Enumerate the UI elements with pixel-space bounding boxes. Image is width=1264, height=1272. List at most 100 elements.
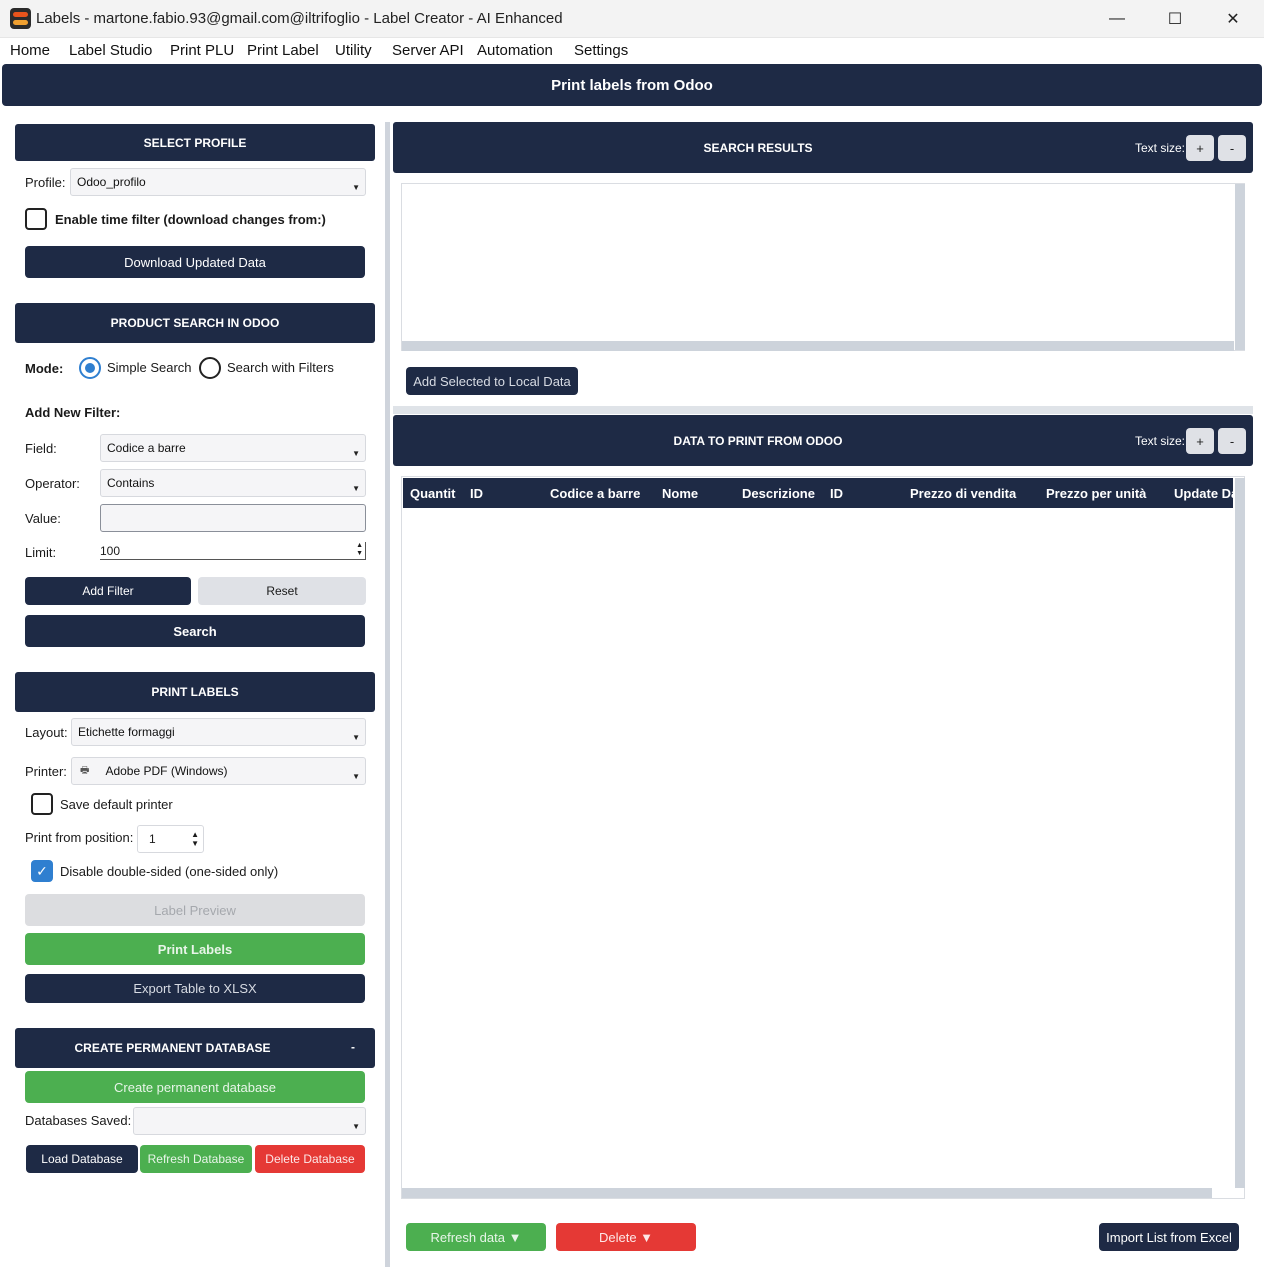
chevron-down-icon: ▼ xyxy=(352,449,360,458)
column-header[interactable]: Nome xyxy=(662,486,698,501)
checkmark-icon: ✓ xyxy=(36,862,48,879)
minimize-button[interactable]: — xyxy=(1088,0,1146,38)
collapse-button[interactable]: - xyxy=(351,1040,355,1054)
print-position-value: 1 xyxy=(149,832,156,846)
save-default-printer-label: Save default printer xyxy=(60,797,173,812)
menu-utility[interactable]: Utility xyxy=(335,42,372,59)
data-to-print-header: DATA TO PRINT FROM ODOO Text size: xyxy=(393,415,1253,466)
data-table[interactable] xyxy=(401,476,1245,1199)
search-results-list[interactable] xyxy=(401,183,1245,351)
column-header[interactable]: Prezzo per unità xyxy=(1046,486,1146,501)
spin-arrows-icon[interactable]: ▲ ▼ xyxy=(191,830,199,848)
menu-print-label[interactable]: Print Label xyxy=(247,42,319,59)
menu-automation[interactable]: Automation xyxy=(477,42,553,59)
text-size-label: Text size: xyxy=(1135,434,1186,448)
panel-splitter[interactable] xyxy=(385,122,390,1267)
printer-select[interactable]: 🖶 Adobe PDF (Windows) ▼ xyxy=(71,757,366,785)
menu-label-studio[interactable]: Label Studio xyxy=(69,42,152,59)
text-size-minus-button[interactable]: - xyxy=(1218,428,1246,454)
refresh-data-button[interactable]: Refresh data ▼ xyxy=(406,1223,546,1251)
delete-button[interactable]: Delete ▼ xyxy=(556,1223,696,1251)
search-results-title: SEARCH RESULTS xyxy=(703,140,813,155)
add-selected-button[interactable]: Add Selected to Local Data xyxy=(406,367,578,395)
page-title: Print labels from Odoo xyxy=(2,64,1262,106)
product-search-header: PRODUCT SEARCH IN ODOO xyxy=(15,303,375,343)
menu-home[interactable]: Home xyxy=(10,42,50,59)
printer-icon: 🖶 xyxy=(80,764,90,776)
simple-search-radio[interactable] xyxy=(79,357,101,379)
column-header[interactable]: ID xyxy=(830,486,843,501)
column-header[interactable]: Codice a barre xyxy=(550,486,640,501)
column-header[interactable]: Quantit xyxy=(410,486,456,501)
results-horizontal-scrollbar[interactable] xyxy=(402,341,1234,351)
profile-label: Profile: xyxy=(25,175,66,190)
layout-select-value: Etichette formaggi xyxy=(78,725,175,739)
refresh-database-button[interactable]: Refresh Database xyxy=(140,1145,252,1173)
value-input[interactable] xyxy=(100,504,366,532)
print-position-label: Print from position: xyxy=(25,830,134,845)
spin-arrows-icon[interactable]: ▲ ▼ xyxy=(356,542,363,558)
label-preview-button[interactable]: Label Preview xyxy=(25,894,365,926)
operator-select[interactable]: Contains ▼ xyxy=(100,469,366,497)
title-bar: Labels - martone.fabio.93@gmail.com@iltr… xyxy=(0,0,1264,38)
results-vertical-scrollbar[interactable] xyxy=(1235,184,1245,350)
select-profile-header: SELECT PROFILE xyxy=(15,124,375,161)
add-filter-button[interactable]: Add Filter xyxy=(25,577,191,605)
field-select-value: Codice a barre xyxy=(107,441,186,455)
print-position-spinbox[interactable]: 1 ▲ ▼ xyxy=(137,825,204,853)
column-header[interactable]: Descrizione xyxy=(742,486,815,501)
chevron-down-icon: ▼ xyxy=(352,772,360,781)
limit-spinbox[interactable]: 100 ▲ ▼ xyxy=(100,542,366,560)
text-size-plus-button[interactable]: + xyxy=(1186,135,1214,161)
print-labels-button[interactable]: Print Labels xyxy=(25,933,365,965)
export-xlsx-button[interactable]: Export Table to XLSX xyxy=(25,974,365,1003)
field-label: Field: xyxy=(25,441,57,456)
disable-double-sided-checkbox[interactable]: ✓ xyxy=(31,860,53,882)
permanent-database-header: CREATE PERMANENT DATABASE - xyxy=(15,1028,375,1068)
delete-database-button[interactable]: Delete Database xyxy=(255,1145,365,1173)
table-horizontal-scrollbar[interactable] xyxy=(402,1188,1212,1198)
limit-value: 100 xyxy=(100,543,121,558)
menu-server-api[interactable]: Server API xyxy=(392,42,464,59)
close-button[interactable]: ✕ xyxy=(1204,0,1262,38)
add-new-filter-title: Add New Filter: xyxy=(25,405,121,420)
save-default-printer-checkbox[interactable] xyxy=(31,793,53,815)
text-size-plus-button[interactable]: + xyxy=(1186,428,1214,454)
reset-button[interactable]: Reset xyxy=(198,577,366,605)
field-select[interactable]: Codice a barre ▼ xyxy=(100,434,366,462)
databases-saved-select[interactable]: ▼ xyxy=(133,1107,366,1135)
menu-print-plu[interactable]: Print PLU xyxy=(170,42,234,59)
print-labels-header: PRINT LABELS xyxy=(15,672,375,712)
search-with-filters-radio[interactable] xyxy=(199,357,221,379)
profile-select[interactable]: Odoo_profilo ▼ xyxy=(70,168,366,196)
text-size-minus-button[interactable]: - xyxy=(1218,135,1246,161)
search-with-filters-label: Search with Filters xyxy=(227,360,334,375)
search-button[interactable]: Search xyxy=(25,615,365,647)
layout-label: Layout: xyxy=(25,725,68,740)
load-database-button[interactable]: Load Database xyxy=(26,1145,138,1173)
create-permanent-database-button[interactable]: Create permanent database xyxy=(25,1071,365,1103)
menu-settings[interactable]: Settings xyxy=(574,42,628,59)
import-excel-button[interactable]: Import List from Excel xyxy=(1099,1223,1239,1251)
printer-label: Printer: xyxy=(25,764,67,779)
text-size-label: Text size: xyxy=(1135,141,1186,155)
column-header[interactable]: Update Da xyxy=(1174,486,1233,501)
layout-select[interactable]: Etichette formaggi ▼ xyxy=(71,718,366,746)
chevron-down-icon: ▼ xyxy=(352,183,360,192)
mode-label: Mode: xyxy=(25,361,64,376)
simple-search-label: Simple Search xyxy=(107,360,192,375)
column-header[interactable]: Prezzo di vendita xyxy=(910,486,1016,501)
download-updated-data-button[interactable]: Download Updated Data xyxy=(25,246,365,278)
chevron-down-icon: ▼ xyxy=(352,1122,360,1131)
menu-bar: Home Label Studio Print PLU Print Label … xyxy=(0,38,1264,62)
app-logo-icon xyxy=(10,8,31,29)
time-filter-checkbox[interactable] xyxy=(25,208,47,230)
table-vertical-scrollbar[interactable] xyxy=(1235,478,1245,1188)
search-results-header: SEARCH RESULTS Text size: xyxy=(393,122,1253,173)
databases-saved-label: Databases Saved: xyxy=(25,1113,132,1128)
maximize-button[interactable]: ☐ xyxy=(1146,0,1204,38)
chevron-down-icon: ▼ xyxy=(352,484,360,493)
column-header[interactable]: ID xyxy=(470,486,483,501)
printer-select-value: Adobe PDF (Windows) xyxy=(105,764,228,778)
pane-divider[interactable] xyxy=(393,406,1253,414)
